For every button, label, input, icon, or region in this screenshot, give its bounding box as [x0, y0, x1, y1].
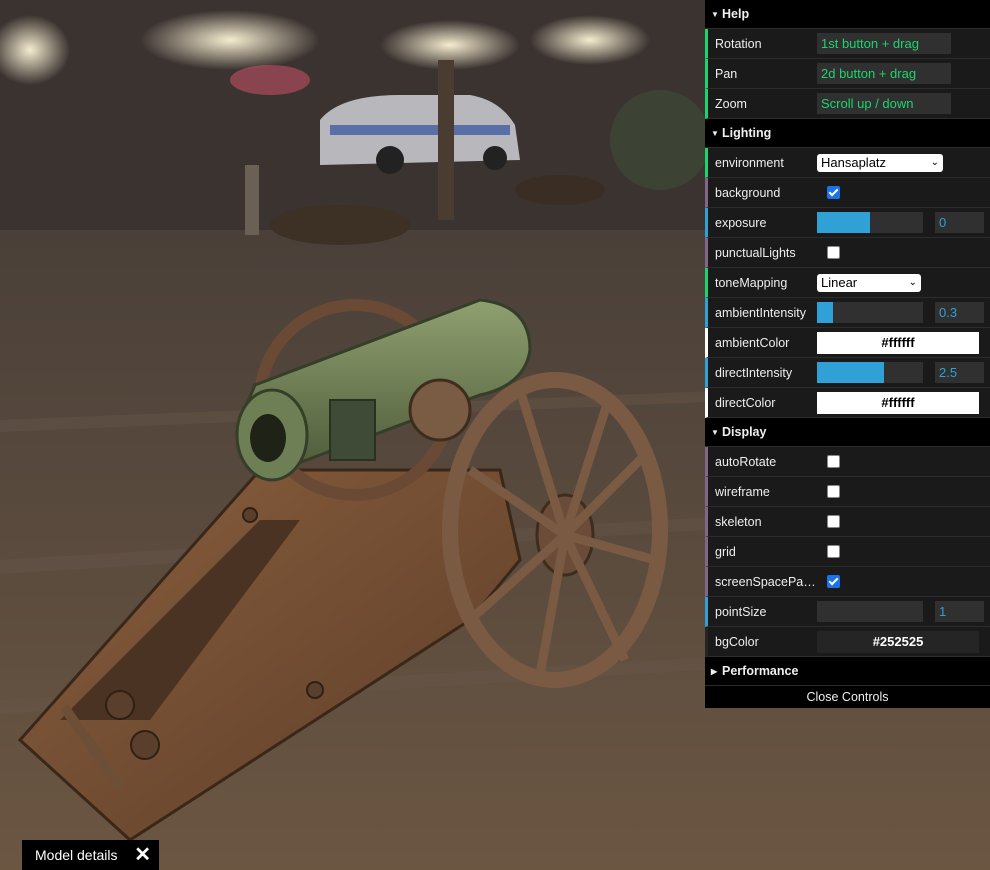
direct-intensity-label: directIntensity — [715, 365, 793, 380]
exposure-label: exposure — [715, 215, 767, 230]
help-row-zoom: Zoom Scroll up / down — [705, 89, 990, 119]
skeleton-row: skeleton — [705, 507, 990, 537]
skeleton-label: skeleton — [715, 514, 762, 529]
model-details-bar[interactable]: Model details ✕ — [22, 840, 159, 870]
environment-label: environment — [715, 155, 784, 170]
triangle-down-icon: ▼ — [711, 10, 719, 19]
tone-mapping-value: Linear — [821, 274, 858, 290]
grid-row: grid — [705, 537, 990, 567]
auto-rotate-label: autoRotate — [715, 454, 777, 469]
direct-intensity-slider[interactable] — [817, 362, 923, 383]
ambient-color-swatch[interactable]: #ffffff — [817, 331, 979, 354]
background-row: background — [705, 178, 990, 208]
point-size-input[interactable]: 1 — [935, 601, 984, 622]
background-label: background — [715, 185, 781, 200]
exposure-row: exposure 0 — [705, 208, 990, 238]
ambient-intensity-label: ambientIntensity — [715, 305, 807, 320]
tone-mapping-row: toneMapping Linear ⌄ — [705, 268, 990, 298]
background-checkbox[interactable] — [827, 186, 840, 199]
chevron-down-icon: ⌄ — [930, 156, 939, 168]
folder-lighting-label: Lighting — [722, 126, 772, 140]
ambient-color-row: ambientColor #ffffff — [705, 328, 990, 358]
help-row-pan: Pan 2d button + drag — [705, 59, 990, 89]
wireframe-checkbox[interactable] — [827, 485, 840, 498]
wireframe-label: wireframe — [715, 484, 770, 499]
point-size-label: pointSize — [715, 604, 767, 619]
bg-color-label: bgColor — [715, 634, 759, 649]
help-row-rotation: Rotation 1st button + drag — [705, 29, 990, 59]
folder-display-title[interactable]: ▼ Display — [705, 418, 990, 447]
bg-color-swatch[interactable]: #252525 — [817, 630, 979, 653]
chevron-down-icon: ⌄ — [908, 276, 917, 288]
point-size-slider[interactable] — [817, 601, 923, 622]
auto-rotate-row: autoRotate — [705, 447, 990, 477]
punctual-lights-checkbox[interactable] — [827, 246, 840, 259]
folder-performance-title[interactable]: ▶ Performance — [705, 657, 990, 685]
tone-mapping-select[interactable]: Linear ⌄ — [817, 273, 921, 292]
bg-color-row: bgColor #252525 — [705, 627, 990, 657]
ambient-intensity-slider[interactable] — [817, 302, 923, 323]
ambient-intensity-row: ambientIntensity 0.3 — [705, 298, 990, 328]
help-pan-field[interactable]: 2d button + drag — [817, 63, 951, 84]
point-size-row: pointSize 1 — [705, 597, 990, 627]
environment-value: Hansaplatz — [821, 154, 887, 170]
screen-space-panning-row: screenSpacePan... — [705, 567, 990, 597]
punctual-lights-row: punctualLights — [705, 238, 990, 268]
model-details-label: Model details — [35, 847, 118, 863]
close-controls-button[interactable]: Close Controls — [705, 685, 990, 708]
direct-color-swatch[interactable]: #ffffff — [817, 391, 979, 414]
exposure-input[interactable]: 0 — [935, 212, 984, 233]
grid-label: grid — [715, 544, 736, 559]
ambient-color-label: ambientColor — [715, 335, 790, 350]
screen-space-panning-label: screenSpacePan... — [715, 574, 817, 589]
ambient-intensity-input[interactable]: 0.3 — [935, 302, 984, 323]
exposure-slider[interactable] — [817, 212, 923, 233]
help-zoom-field[interactable]: Scroll up / down — [817, 93, 951, 114]
grid-checkbox[interactable] — [827, 545, 840, 558]
punctual-lights-label: punctualLights — [715, 245, 796, 260]
auto-rotate-checkbox[interactable] — [827, 455, 840, 468]
direct-intensity-row: directIntensity 2.5 — [705, 358, 990, 388]
screen-space-panning-checkbox[interactable] — [827, 575, 840, 588]
folder-help-label: Help — [722, 7, 750, 21]
triangle-right-icon: ▶ — [711, 667, 718, 676]
help-zoom-label: Zoom — [715, 96, 747, 111]
environment-row: environment Hansaplatz ⌄ — [705, 148, 990, 178]
skeleton-checkbox[interactable] — [827, 515, 840, 528]
exposure-slider-fill — [817, 212, 870, 233]
help-rotation-label: Rotation — [715, 36, 762, 51]
close-icon[interactable]: ✕ — [134, 845, 151, 865]
controls-panel: ▼ Help Rotation 1st button + drag Pan 2d … — [705, 0, 990, 708]
wireframe-row: wireframe — [705, 477, 990, 507]
environment-select[interactable]: Hansaplatz ⌄ — [817, 153, 943, 172]
direct-intensity-input[interactable]: 2.5 — [935, 362, 984, 383]
direct-intensity-slider-fill — [817, 362, 884, 383]
triangle-down-icon: ▼ — [711, 129, 719, 138]
triangle-down-icon: ▼ — [711, 428, 719, 437]
help-rotation-field[interactable]: 1st button + drag — [817, 33, 951, 54]
help-pan-label: Pan — [715, 66, 738, 81]
direct-color-row: directColor #ffffff — [705, 388, 990, 418]
folder-display-label: Display — [722, 425, 767, 439]
tone-mapping-label: toneMapping — [715, 275, 788, 290]
folder-help-title[interactable]: ▼ Help — [705, 0, 990, 29]
folder-lighting-title[interactable]: ▼ Lighting — [705, 119, 990, 148]
ambient-intensity-slider-fill — [817, 302, 833, 323]
direct-color-label: directColor — [715, 395, 776, 410]
folder-performance-label: Performance — [722, 664, 799, 678]
